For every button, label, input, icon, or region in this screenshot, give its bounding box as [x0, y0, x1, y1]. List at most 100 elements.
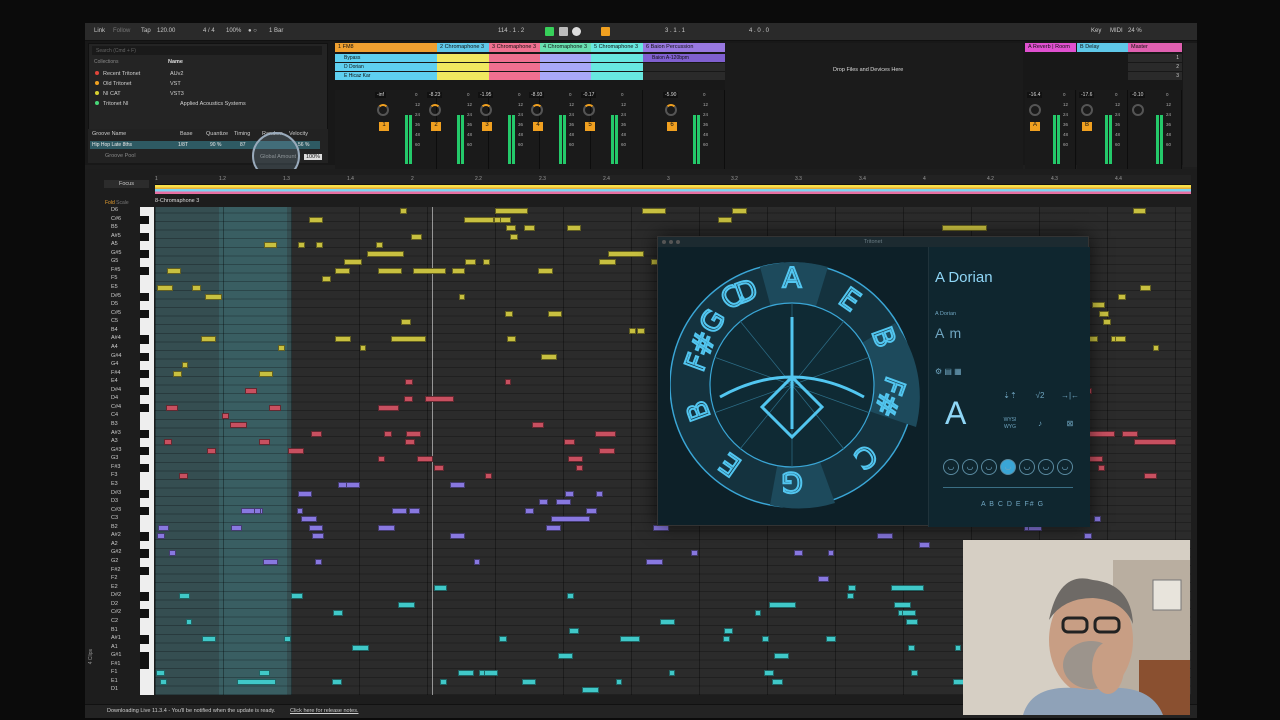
midi-note[interactable] — [222, 413, 229, 420]
midi-note[interactable] — [263, 559, 278, 566]
follow-button[interactable]: Follow — [113, 28, 130, 34]
groove-velocity[interactable]: 56 % — [298, 142, 309, 148]
black-key[interactable] — [140, 386, 149, 396]
midi-note[interactable] — [288, 447, 304, 454]
black-key[interactable] — [140, 309, 149, 319]
midi-note[interactable] — [637, 327, 645, 334]
midi-note[interactable] — [315, 559, 322, 566]
collection-item[interactable]: NI CAT — [95, 91, 121, 97]
midi-note[interactable] — [524, 225, 535, 232]
midi-note[interactable] — [620, 636, 640, 643]
midi-note[interactable] — [309, 524, 323, 531]
midi-note[interactable] — [919, 541, 930, 548]
track-activator[interactable]: 3 — [482, 122, 492, 131]
midi-note[interactable] — [1134, 439, 1176, 446]
mood-face-icon[interactable]: ◡ — [981, 459, 997, 475]
midi-note[interactable] — [201, 336, 216, 343]
midi-note[interactable] — [718, 216, 732, 223]
midi-note[interactable] — [595, 430, 616, 437]
midi-note[interactable] — [586, 507, 597, 514]
black-key[interactable] — [140, 446, 149, 456]
pan-knob[interactable] — [480, 104, 492, 116]
groove-timing[interactable]: 87 — [240, 142, 246, 148]
midi-note[interactable] — [392, 507, 407, 514]
fold-button[interactable]: Fold Scale — [105, 200, 129, 206]
midi-note[interactable] — [360, 344, 366, 351]
midi-note[interactable] — [259, 439, 270, 446]
midi-note[interactable] — [474, 559, 480, 566]
midi-note[interactable] — [582, 687, 599, 694]
midi-note[interactable] — [847, 593, 854, 600]
clip-slot[interactable]: E Hicaz Kar — [335, 72, 437, 80]
mood-face-icon[interactable]: ◡ — [962, 459, 978, 475]
clip-slot[interactable] — [540, 72, 591, 80]
midi-note[interactable] — [1144, 473, 1157, 480]
clip-slot[interactable] — [489, 63, 540, 71]
midi-note[interactable] — [755, 610, 761, 617]
midi-note[interactable] — [769, 601, 796, 608]
midi-note[interactable] — [156, 670, 165, 677]
black-key[interactable] — [140, 532, 149, 541]
midi-note[interactable] — [400, 208, 407, 214]
track-activator[interactable]: 2 — [431, 122, 441, 131]
browser-folder-auv2[interactable]: AUv2 — [170, 71, 183, 77]
track-title[interactable]: 3 Chromaphone 3 — [489, 43, 540, 52]
volume-readout[interactable]: -inf — [375, 92, 386, 98]
midi-note[interactable] — [157, 533, 165, 540]
black-key[interactable] — [140, 249, 149, 259]
black-key[interactable] — [140, 635, 149, 644]
scene-slot[interactable]: 3 — [1128, 72, 1182, 80]
time-signature[interactable]: 4 / 4 — [203, 28, 215, 34]
midi-note[interactable] — [495, 208, 528, 214]
midi-note[interactable] — [405, 379, 413, 386]
volume-readout[interactable]: -8.23 — [427, 92, 443, 98]
midi-note[interactable] — [450, 481, 465, 488]
midi-note[interactable] — [207, 447, 216, 454]
midi-note[interactable] — [1098, 464, 1105, 471]
midi-note[interactable] — [158, 524, 169, 531]
midi-note[interactable] — [169, 550, 176, 557]
black-key[interactable] — [140, 592, 149, 601]
track-title[interactable]: 6 Baion Percussion — [643, 43, 725, 52]
midi-note[interactable] — [160, 678, 167, 685]
midi-note[interactable] — [1122, 430, 1138, 437]
midi-note[interactable] — [660, 618, 675, 625]
midi-note[interactable] — [1153, 344, 1159, 351]
midi-note[interactable] — [1118, 293, 1126, 300]
clip-slot[interactable] — [540, 54, 591, 62]
midi-note[interactable] — [567, 225, 581, 232]
midi-note[interactable] — [1099, 310, 1109, 317]
note-icon[interactable]: ♪ — [1029, 417, 1051, 431]
wysiwyg-button[interactable]: WYSI WYG — [999, 417, 1021, 431]
midi-note[interactable] — [164, 439, 172, 446]
midi-note[interactable] — [298, 490, 312, 497]
clip-slot[interactable] — [489, 54, 540, 62]
clip-slot[interactable] — [643, 72, 725, 80]
midi-note[interactable] — [335, 267, 350, 274]
beat-ruler[interactable]: 1 1.2 1.3 1.4 2 2.2 2.3 2.4 3 3.2 3.3 3.4 4 4.2 4.3 4.4 — [155, 175, 1191, 185]
track-activator[interactable]: 4 — [533, 122, 543, 131]
midi-note[interactable] — [505, 379, 511, 386]
mood-face-icon[interactable]: ◡ — [943, 459, 959, 475]
track-activator[interactable]: 1 — [379, 122, 389, 131]
midi-note[interactable] — [413, 267, 446, 274]
drop-zone[interactable]: Drop Files and Devices Here — [725, 43, 1023, 183]
wheel-note-letter[interactable]: A — [781, 260, 802, 295]
tap-button[interactable]: Tap — [141, 28, 151, 34]
groove-quantize[interactable]: 90 % — [210, 142, 221, 148]
browser-folder-aas[interactable]: Applied Acoustics Systems — [180, 101, 246, 107]
track-title[interactable]: 2 Chromaphone 3 — [437, 43, 489, 52]
midi-note[interactable] — [440, 678, 447, 685]
midi-note[interactable] — [522, 678, 536, 685]
midi-note[interactable] — [284, 636, 291, 643]
clip-slot[interactable]: D Dorian — [335, 63, 437, 71]
midi-note[interactable] — [565, 490, 574, 497]
midi-note[interactable] — [525, 507, 534, 514]
clip-slot[interactable] — [437, 63, 489, 71]
clip-slot[interactable] — [489, 72, 540, 80]
midi-note[interactable] — [911, 670, 918, 677]
midi-note[interactable] — [764, 670, 774, 677]
midi-note[interactable] — [642, 208, 666, 214]
volume-readout[interactable]: -5.90 — [663, 92, 679, 98]
clip-slot[interactable] — [591, 63, 643, 71]
